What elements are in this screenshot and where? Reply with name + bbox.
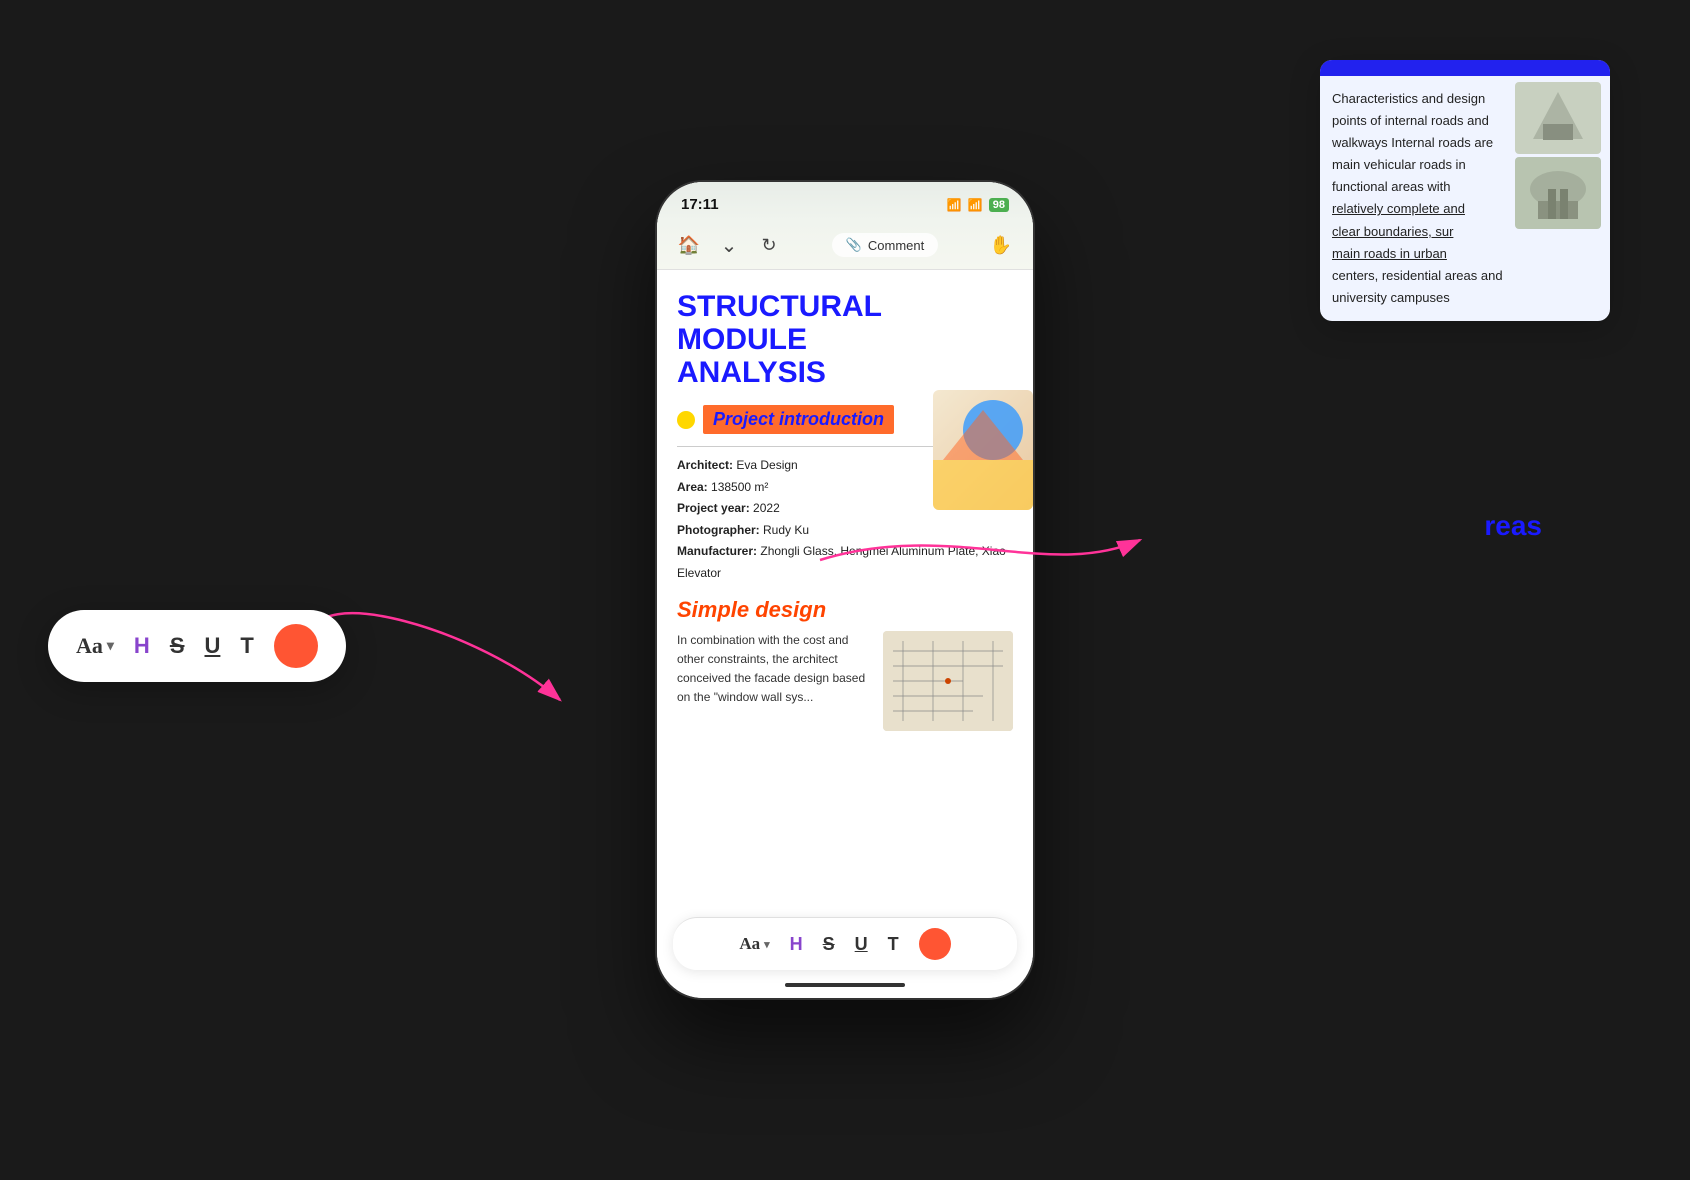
- floating-font-button[interactable]: Aa ▾: [76, 633, 114, 659]
- architect-value: Eva Design: [736, 458, 797, 472]
- area-label: Area:: [677, 480, 708, 494]
- floating-strikethrough-button[interactable]: S: [170, 633, 185, 659]
- text-button[interactable]: T: [888, 934, 899, 955]
- phone-screen: 17:11 📶 📶 98 🏠 ⌄ ↻ 📎 Comment ✋ STRUCTURA…: [657, 182, 1033, 998]
- document-title: STRUCTURAL MODULE ANALYSIS: [677, 290, 1013, 389]
- chevron-icon: ▾: [764, 938, 770, 951]
- floating-reas-text: reas: [1484, 510, 1542, 542]
- year-label: Project year:: [677, 501, 750, 515]
- manufacturer-label: Manufacturer:: [677, 544, 757, 558]
- highlighted-text-2: main roads in urban: [1332, 246, 1447, 261]
- floating-text-button[interactable]: T: [240, 633, 253, 659]
- phone-bottom-toolbar[interactable]: Aa ▾ H S U T: [673, 917, 1017, 970]
- blueprint-image: [883, 631, 1013, 731]
- forward-icon[interactable]: ↻: [753, 229, 785, 261]
- document-abstract-image: [933, 390, 1033, 510]
- photographer-label: Photographer:: [677, 523, 760, 537]
- highlighted-text-1: relatively complete andclear boundaries,…: [1332, 201, 1465, 238]
- info-card-images: [1515, 76, 1610, 321]
- info-card-image-1: [1515, 82, 1601, 154]
- comment-emoji: 📎: [846, 237, 862, 253]
- status-icons: 📶 📶 98: [947, 198, 1009, 212]
- area-value: 138500 m²: [711, 480, 768, 494]
- home-icon[interactable]: 🏠: [673, 229, 705, 261]
- photographer-value: Rudy Ku: [763, 523, 809, 537]
- nav-bar: 🏠 ⌄ ↻ 📎 Comment ✋: [657, 221, 1033, 270]
- section-title: Simple design: [677, 597, 1013, 623]
- architect-label: Architect:: [677, 458, 733, 472]
- document-content: STRUCTURAL MODULE ANALYSIS n Project int…: [657, 270, 1033, 909]
- home-indicator: [785, 983, 905, 987]
- font-button[interactable]: Aa ▾: [739, 934, 769, 954]
- floating-heading-button[interactable]: H: [134, 633, 150, 659]
- floating-toolbar[interactable]: Aa ▾ H S U T: [48, 610, 346, 682]
- year-value: 2022: [753, 501, 780, 515]
- status-bar: 17:11 📶 📶 98: [657, 182, 1033, 221]
- touch-icon[interactable]: ✋: [985, 229, 1017, 261]
- info-card-body: Characteristics and design points of int…: [1320, 76, 1515, 321]
- info-card-text: Characteristics and design points of int…: [1332, 88, 1503, 309]
- info-card-header-bar: [1320, 60, 1610, 76]
- floating-color-button[interactable]: [274, 624, 318, 668]
- info-card-image-2: [1515, 157, 1601, 229]
- wifi-icon: 📶: [968, 198, 983, 212]
- floating-chevron-icon: ▾: [107, 638, 114, 655]
- project-intro-label: Project introduction: [703, 405, 894, 434]
- signal-icon: 📶: [947, 198, 962, 212]
- underline-button[interactable]: U: [855, 934, 868, 955]
- comment-button[interactable]: 📎 Comment: [832, 233, 939, 257]
- color-picker-button[interactable]: [919, 928, 951, 960]
- strikethrough-button[interactable]: S: [823, 934, 835, 955]
- heading-button[interactable]: H: [790, 934, 803, 955]
- info-card: Characteristics and design points of int…: [1320, 60, 1610, 321]
- yellow-dot-decoration: [677, 411, 695, 429]
- comment-label: Comment: [868, 238, 924, 253]
- phone-mockup: 17:11 📶 📶 98 🏠 ⌄ ↻ 📎 Comment ✋ STRUCTURA…: [655, 180, 1035, 1000]
- doc-body-text: In combination with the cost and other c…: [677, 631, 873, 708]
- floating-underline-button[interactable]: U: [205, 633, 221, 659]
- battery-indicator: 98: [989, 198, 1009, 212]
- phone-home-bar: [657, 978, 1033, 998]
- back-icon[interactable]: ⌄: [713, 229, 745, 261]
- status-time: 17:11: [681, 196, 719, 213]
